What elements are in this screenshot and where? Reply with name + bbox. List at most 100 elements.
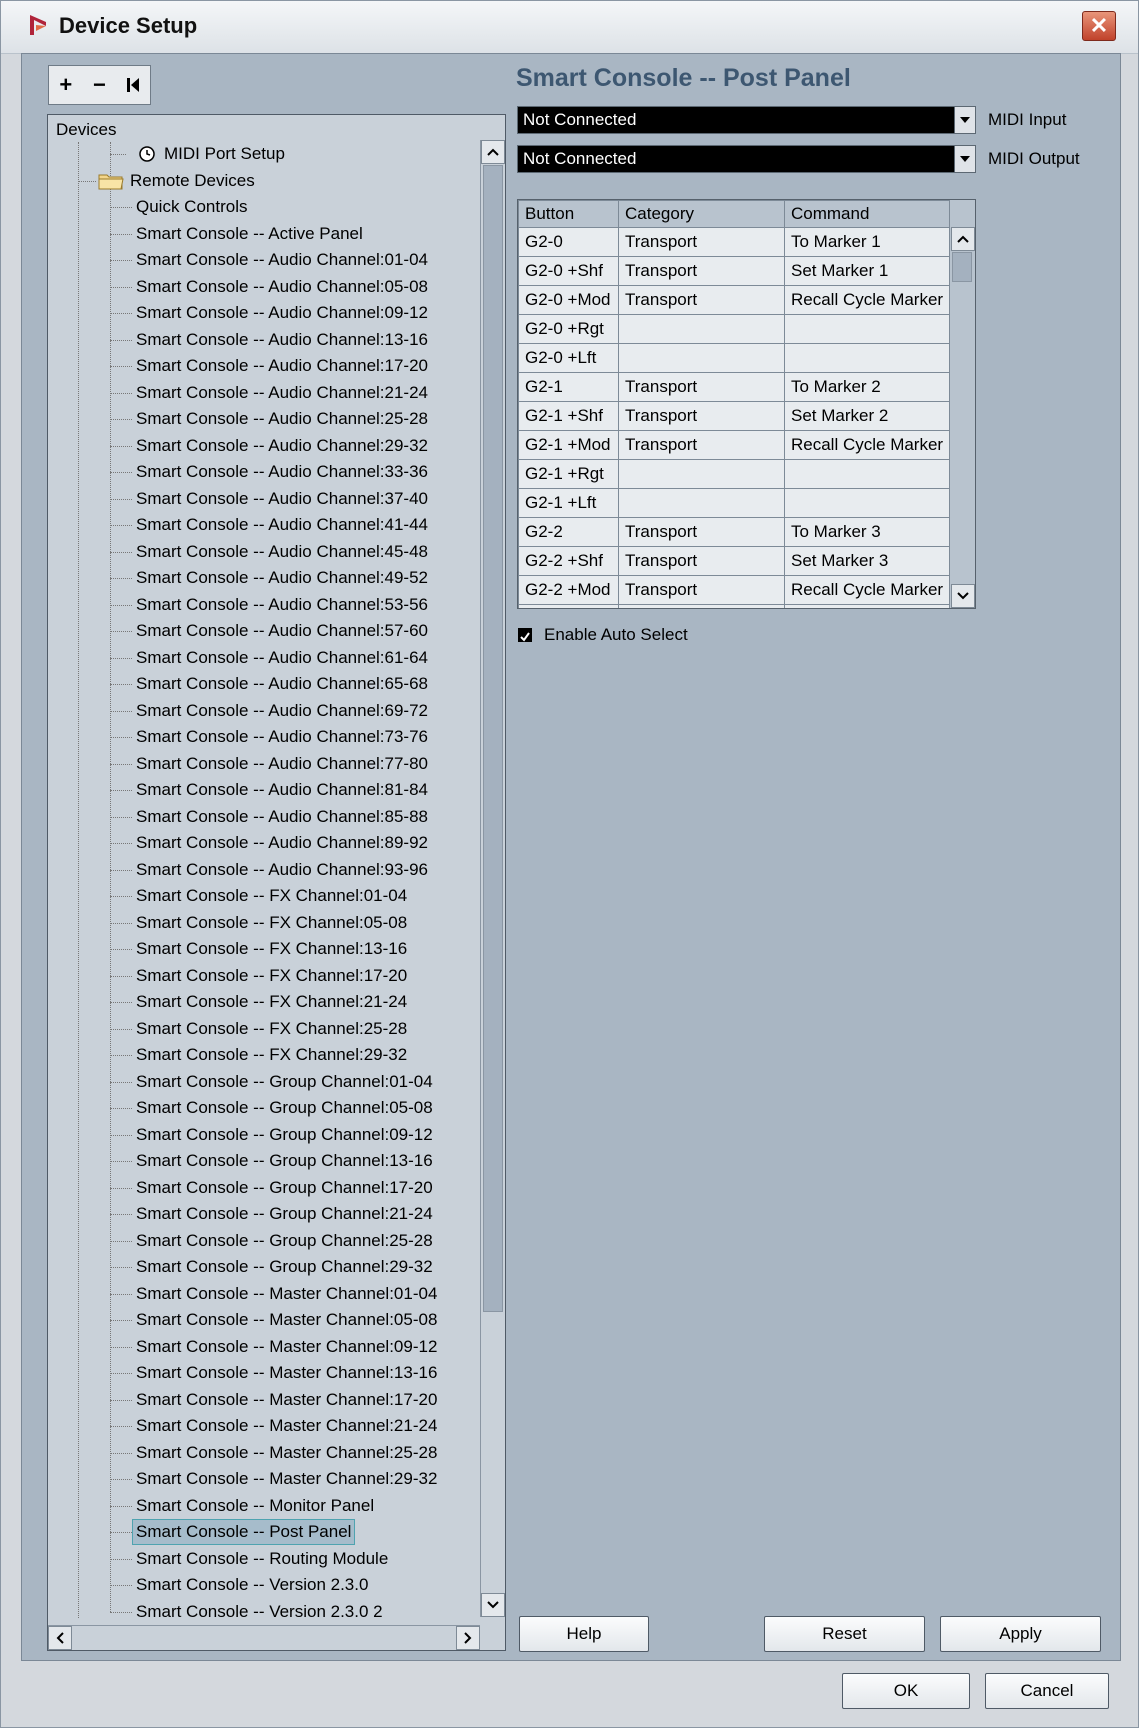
- table-cell[interactable]: G2-0 +Shf: [518, 256, 619, 286]
- column-header[interactable]: Command: [784, 200, 950, 228]
- tree-item[interactable]: Smart Console -- FX Channel:17-20: [48, 964, 480, 988]
- close-button[interactable]: ✕: [1082, 11, 1116, 41]
- table-cell[interactable]: Transport: [618, 517, 785, 547]
- tree-item[interactable]: Smart Console -- FX Channel:25-28: [48, 1017, 480, 1041]
- table-row[interactable]: G2-1 +Rgt: [518, 459, 950, 489]
- table-cell[interactable]: Set Marker 2: [784, 401, 950, 431]
- table-row[interactable]: G2-1 +Shf Transport Set Marker 2: [518, 401, 950, 431]
- tree-item[interactable]: Smart Console -- Audio Channel:37-40: [48, 487, 480, 511]
- table-cell[interactable]: [618, 314, 785, 344]
- reset-button[interactable]: Reset: [764, 1616, 925, 1652]
- tree-item[interactable]: Smart Console -- Master Channel:21-24: [48, 1414, 480, 1438]
- tree-item[interactable]: Smart Console -- Audio Channel:57-60: [48, 619, 480, 643]
- table-cell[interactable]: G2-2 +Mod: [518, 575, 619, 605]
- tree-item[interactable]: Smart Console -- Master Channel:09-12: [48, 1335, 480, 1359]
- auto-select-checkbox[interactable]: [518, 628, 532, 642]
- tree-item[interactable]: Smart Console -- Audio Channel:93-96: [48, 858, 480, 882]
- tree-scroll-thumb[interactable]: [483, 165, 503, 1312]
- tree-item[interactable]: Smart Console -- Version 2.3.0: [48, 1573, 480, 1597]
- scroll-right-icon[interactable]: [456, 1626, 480, 1650]
- tree-item[interactable]: Smart Console -- Audio Channel:29-32: [48, 434, 480, 458]
- tree-list[interactable]: MIDI Port Setup Remote Devices Quick Contr…: [48, 142, 480, 1618]
- scroll-left-icon[interactable]: [48, 1626, 72, 1650]
- table-cell[interactable]: To Marker 2: [784, 372, 950, 402]
- tree-item[interactable]: Smart Console -- Group Channel:17-20: [48, 1176, 480, 1200]
- tree-item[interactable]: Smart Console -- FX Channel:01-04: [48, 884, 480, 908]
- add-device-button[interactable]: +: [52, 69, 80, 101]
- column-header[interactable]: Button: [518, 200, 619, 228]
- table-cell[interactable]: Recall Cycle Marker: [784, 575, 950, 605]
- table-row[interactable]: G2-1 +Mod Transport Recall Cycle Marker: [518, 430, 950, 460]
- tree-item[interactable]: Smart Console -- Audio Channel:25-28: [48, 407, 480, 431]
- table-cell[interactable]: [784, 488, 950, 518]
- midi-input-select[interactable]: Not Connected: [517, 106, 976, 134]
- tree-item[interactable]: Smart Console -- Audio Channel:65-68: [48, 672, 480, 696]
- table-cell[interactable]: G2-0 +Rgt: [518, 314, 619, 344]
- tree-item[interactable]: Smart Console -- Audio Channel:01-04: [48, 248, 480, 272]
- tree-item[interactable]: Smart Console -- Audio Channel:33-36: [48, 460, 480, 484]
- scroll-down-icon[interactable]: [951, 584, 975, 608]
- tree-item[interactable]: Smart Console -- Audio Channel:61-64: [48, 646, 480, 670]
- table-cell[interactable]: [784, 604, 950, 608]
- tree-item[interactable]: Smart Console -- Master Channel:25-28: [48, 1441, 480, 1465]
- table-cell[interactable]: G2-1 +Rgt: [518, 459, 619, 489]
- table-cell[interactable]: G2-2 +Rgt: [518, 604, 619, 608]
- tree-item[interactable]: Smart Console -- Audio Channel:53-56: [48, 593, 480, 617]
- midi-output-select[interactable]: Not Connected: [517, 145, 976, 173]
- tree-item[interactable]: Smart Console -- Audio Channel:45-48: [48, 540, 480, 564]
- tree-item[interactable]: Smart Console -- Post Panel: [48, 1519, 480, 1545]
- table-cell[interactable]: Transport: [618, 227, 785, 257]
- table-row[interactable]: G2-2 Transport To Marker 3: [518, 517, 950, 547]
- cancel-button[interactable]: Cancel: [985, 1673, 1109, 1709]
- tree-item[interactable]: Smart Console -- Audio Channel:17-20: [48, 354, 480, 378]
- tree-item[interactable]: MIDI Port Setup: [48, 142, 480, 166]
- scroll-up-icon[interactable]: [481, 140, 505, 164]
- table-cell[interactable]: Transport: [618, 285, 785, 315]
- tree-item[interactable]: Smart Console -- Audio Channel:41-44: [48, 513, 480, 537]
- table-cell[interactable]: G2-1: [518, 372, 619, 402]
- tree-item[interactable]: Smart Console -- FX Channel:29-32: [48, 1043, 480, 1067]
- table-row[interactable]: G2-1 Transport To Marker 2: [518, 372, 950, 402]
- table-cell[interactable]: Transport: [618, 430, 785, 460]
- table-row[interactable]: G2-0 Transport To Marker 1: [518, 227, 950, 257]
- table-cell[interactable]: G2-0: [518, 227, 619, 257]
- table-cell[interactable]: Transport: [618, 401, 785, 431]
- tree-item[interactable]: Smart Console -- Master Channel:17-20: [48, 1388, 480, 1412]
- chevron-down-icon[interactable]: [954, 107, 975, 133]
- tree-item[interactable]: Smart Console -- Audio Channel:81-84: [48, 778, 480, 802]
- tree-item[interactable]: Smart Console -- Audio Channel:49-52: [48, 566, 480, 590]
- tree-item[interactable]: Smart Console -- FX Channel:21-24: [48, 990, 480, 1014]
- table-cell[interactable]: Transport: [618, 256, 785, 286]
- tree-item[interactable]: Smart Console -- Group Channel:05-08: [48, 1096, 480, 1120]
- tree-item[interactable]: Smart Console -- Group Channel:25-28: [48, 1229, 480, 1253]
- table-cell[interactable]: G2-2 +Shf: [518, 546, 619, 576]
- table-row[interactable]: G2-0 +Rgt: [518, 314, 950, 344]
- tree-item[interactable]: Smart Console -- Version 2.3.0 2: [48, 1600, 480, 1618]
- tree-item[interactable]: Smart Console -- Audio Channel:13-16: [48, 328, 480, 352]
- tree-item[interactable]: Smart Console -- Group Channel:13-16: [48, 1149, 480, 1173]
- tree-item[interactable]: Smart Console -- Audio Channel:89-92: [48, 831, 480, 855]
- tree-item[interactable]: Quick Controls: [48, 195, 480, 219]
- table-cell[interactable]: Transport: [618, 546, 785, 576]
- tree-item[interactable]: Smart Console -- FX Channel:05-08: [48, 911, 480, 935]
- table-cell[interactable]: Recall Cycle Marker: [784, 430, 950, 460]
- help-button[interactable]: Help: [519, 1616, 649, 1652]
- table-row[interactable]: G2-2 +Shf Transport Set Marker 3: [518, 546, 950, 576]
- table-cell[interactable]: [618, 343, 785, 373]
- table-cell[interactable]: To Marker 3: [784, 517, 950, 547]
- table-cell[interactable]: [618, 459, 785, 489]
- tree-horizontal-scrollbar[interactable]: [48, 1625, 480, 1650]
- tree-item[interactable]: Smart Console -- Routing Module: [48, 1547, 480, 1571]
- grid-scroll-thumb[interactable]: [952, 252, 972, 282]
- table-cell[interactable]: G2-1 +Shf: [518, 401, 619, 431]
- table-cell[interactable]: G2-1 +Mod: [518, 430, 619, 460]
- table-row[interactable]: G2-0 +Mod Transport Recall Cycle Marker: [518, 285, 950, 315]
- table-cell[interactable]: [784, 459, 950, 489]
- tree-item[interactable]: Remote Devices: [48, 169, 480, 193]
- table-cell[interactable]: Set Marker 3: [784, 546, 950, 576]
- scroll-up-icon[interactable]: [951, 227, 975, 251]
- tree-item[interactable]: Smart Console -- Audio Channel:05-08: [48, 275, 480, 299]
- tree-item[interactable]: Smart Console -- Audio Channel:85-88: [48, 805, 480, 829]
- title-bar[interactable]: Device Setup ✕: [1, 1, 1138, 54]
- tree-item[interactable]: Smart Console -- Master Channel:13-16: [48, 1361, 480, 1385]
